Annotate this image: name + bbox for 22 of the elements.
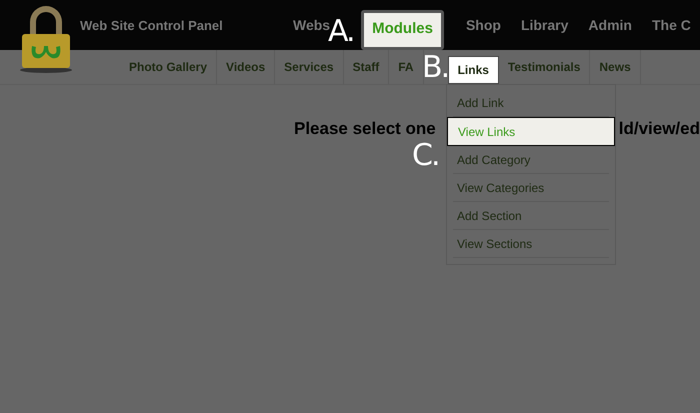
nav-tab[interactable]: The C <box>648 7 694 43</box>
callout-label: A. <box>328 16 354 48</box>
menu-item[interactable]: Add Section <box>453 202 609 230</box>
subnav-tab[interactable]: Videos <box>217 50 276 84</box>
menu-item[interactable]: View Links <box>447 117 615 146</box>
menu-item[interactable]: View Categories <box>453 174 609 202</box>
menu-item[interactable]: View Sections <box>453 230 609 258</box>
site-title: Web Site Control Panel <box>80 18 224 32</box>
callout-label: B. <box>422 52 448 84</box>
subnav-tab[interactable]: Links <box>448 56 499 84</box>
nav-tab[interactable]: Shop <box>462 7 504 43</box>
instruction-text: ld/view/ed <box>618 119 700 139</box>
nav-tab[interactable]: Library <box>518 7 572 43</box>
instruction-text: Please select one <box>294 119 436 139</box>
subnav-tab[interactable]: Staff <box>344 50 390 84</box>
nav-tab[interactable]: Admin <box>585 7 635 43</box>
menu-item[interactable]: Add Category <box>453 146 609 174</box>
subnav-tab[interactable]: Photo Gallery <box>120 50 218 84</box>
nav-tab[interactable]: Modules <box>361 10 444 50</box>
subnav-tab[interactable]: FA <box>389 50 424 84</box>
subnav-tab[interactable]: Services <box>275 50 344 84</box>
callout-label: C. <box>412 140 438 172</box>
